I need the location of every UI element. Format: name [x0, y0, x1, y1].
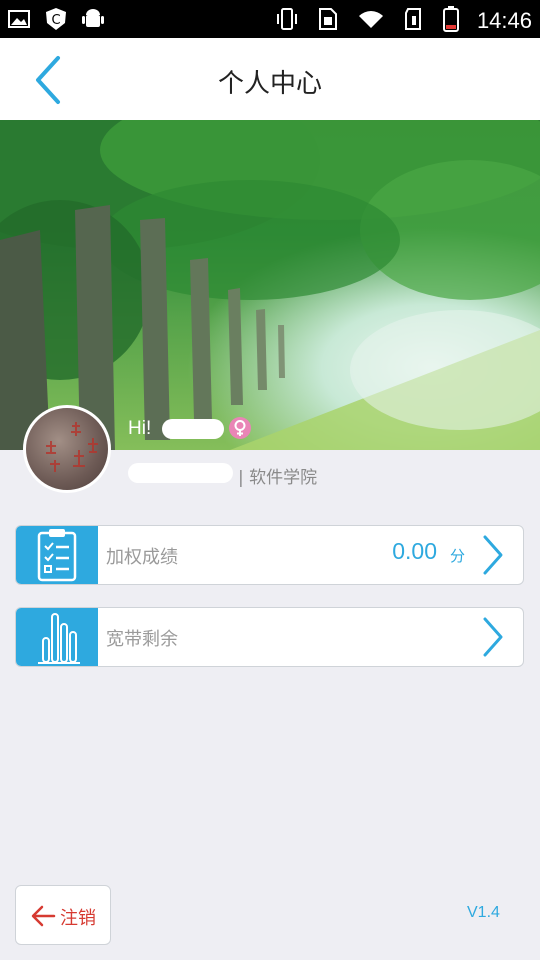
shield-app-icon: C — [44, 7, 68, 35]
broadband-remaining-label: 宽带剩余 — [106, 629, 178, 650]
weighted-score-label: 加权成绩 — [106, 547, 178, 568]
page-title: 个人中心 — [217, 69, 322, 99]
arrow-left-icon — [31, 905, 56, 927]
logout-button[interactable]: 注销 — [15, 885, 111, 945]
chevron-right-icon — [483, 535, 503, 575]
department-label: | 软件学院 — [238, 468, 318, 488]
android-debug-icon — [82, 7, 104, 35]
sim-icon — [317, 7, 339, 35]
weighted-score-unit: 分 — [449, 547, 465, 565]
bar-chart-icon — [16, 608, 98, 666]
greeting-text: Hi! — [128, 418, 152, 439]
wifi-icon — [357, 8, 385, 34]
broadband-remaining-item[interactable]: 宽带剩余 — [15, 607, 524, 667]
weighted-score-item[interactable]: 加权成绩 0.00 分 — [15, 525, 524, 585]
redacted-student-id — [128, 463, 233, 483]
gallery-icon — [8, 10, 30, 32]
avatar[interactable] — [23, 405, 111, 493]
version-label: V1.4 — [467, 904, 500, 921]
female-icon — [229, 417, 251, 439]
clipboard-checklist-icon — [16, 526, 98, 584]
chevron-right-icon — [483, 617, 503, 657]
logout-label: 注销 — [60, 908, 96, 929]
svg-text:C: C — [51, 13, 60, 28]
app-header: 个人中心 — [0, 38, 540, 120]
clock: 14:46 — [476, 8, 532, 33]
battery-icon — [442, 6, 459, 36]
redacted-username — [162, 419, 224, 439]
vibrate-icon — [275, 7, 299, 35]
sd-card-icon — [403, 7, 425, 35]
profile-banner-image — [0, 120, 540, 450]
status-bar: C 14:46 — [0, 0, 540, 38]
seal-stamp-image — [46, 422, 98, 472]
weighted-score-value: 0.00 — [392, 538, 437, 564]
